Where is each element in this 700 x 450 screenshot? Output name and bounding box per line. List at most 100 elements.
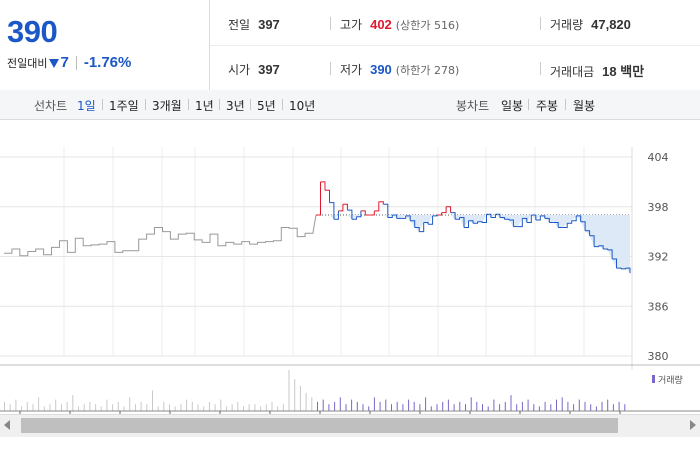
open-price: 시가 397 [228, 62, 280, 77]
divider [102, 99, 103, 110]
volume-bar [106, 399, 108, 411]
volume-bar [225, 406, 227, 411]
tab-weekly-candle[interactable]: 주봉 [536, 97, 558, 114]
volume-bar [237, 401, 239, 411]
volume-bar [163, 401, 165, 411]
volume-bar [9, 404, 11, 411]
day-high: 고가 402 (상한가 516) [340, 17, 460, 32]
line-chart-label: 선차트 [34, 99, 68, 113]
volume-bar [521, 401, 523, 411]
volume-bar [561, 397, 563, 411]
volume-bar [180, 404, 182, 411]
trade-amount: 거래대금 18 백만 [550, 64, 645, 79]
divider [219, 99, 220, 110]
volume-bar [66, 401, 68, 411]
volume-bar [470, 397, 472, 411]
volume-bar [442, 401, 444, 411]
tab-1week[interactable]: 1주일 [109, 97, 139, 114]
volume-bar [32, 404, 34, 411]
volume-bar [214, 404, 216, 411]
scroll-right-icon[interactable] [690, 420, 696, 430]
volume-bar [95, 404, 97, 411]
intraday-price-chart: 404 398 392 386 380 거래량 [0, 147, 700, 414]
prev-close: 전일 397 [228, 17, 280, 32]
volume-bar [538, 406, 540, 411]
diff-value: 7 [60, 54, 69, 71]
volume-legend-swatch [652, 375, 655, 383]
volume-bar [527, 399, 529, 411]
chart-scrollbar[interactable] [0, 414, 700, 437]
scroll-left-icon[interactable] [4, 420, 10, 430]
tab-3months[interactable]: 3개월 [152, 97, 182, 114]
volume-bar [465, 404, 466, 411]
volume-bar [282, 404, 284, 411]
volume-bar [169, 404, 170, 411]
scrollbar-thumb[interactable] [21, 418, 618, 433]
price-segment [504, 218, 510, 220]
volume-bar [556, 399, 557, 411]
volume-bar [590, 404, 592, 411]
volume-bar [533, 404, 535, 411]
tab-1day[interactable]: 1일 [77, 97, 96, 114]
prev-day-line [4, 214, 317, 257]
volume-bar [21, 406, 23, 411]
tab-5years[interactable]: 5년 [257, 97, 276, 114]
divider [540, 17, 541, 30]
price-segment [603, 248, 609, 250]
volume-bar [544, 401, 546, 411]
tab-daily-candle[interactable]: 일봉 [501, 97, 523, 114]
volume-bar [83, 404, 85, 411]
volume-bar [260, 406, 262, 411]
volume: 거래량 47,820 [550, 17, 631, 32]
divider [330, 62, 331, 75]
volume-bar [89, 401, 91, 411]
volume-bar [288, 370, 290, 411]
price-segment [325, 189, 330, 203]
volume-bar [516, 404, 518, 411]
volume-bar [453, 404, 455, 411]
volume-bar [186, 399, 188, 411]
tab-1year[interactable]: 1년 [195, 97, 214, 114]
volume-bar [339, 397, 341, 411]
volume-bar [493, 399, 495, 411]
volume-bar [334, 401, 336, 411]
divider [528, 99, 529, 110]
volume-bar [487, 406, 489, 411]
y-tick-label: 404 [648, 151, 669, 164]
volume-bar [100, 406, 102, 411]
volume-bar [4, 401, 5, 411]
volume-bar [208, 401, 210, 411]
volume-bar [254, 404, 256, 411]
price-segment [616, 267, 622, 269]
volume-bar [271, 401, 273, 411]
divider [210, 45, 700, 46]
volume-bar [550, 404, 552, 411]
divider [282, 99, 283, 110]
volume-bar [373, 397, 375, 411]
quote-header: 390 전일대비 7 -1.76% 전일 397 고가 402 (상한가 516) 거… [0, 0, 700, 91]
tab-monthly-candle[interactable]: 월봉 [573, 97, 595, 114]
volume-bar [317, 401, 318, 411]
volume-bar [72, 395, 74, 411]
volume-bar [243, 406, 244, 411]
volume-bar [146, 404, 148, 411]
volume-bar [248, 404, 250, 411]
volume-bar [510, 395, 512, 411]
tab-3years[interactable]: 3년 [226, 97, 245, 114]
tab-10years[interactable]: 10년 [289, 97, 315, 114]
volume-bar [447, 399, 449, 411]
volume-bar [573, 404, 575, 411]
divider [330, 17, 331, 30]
diff-rate: -1.76% [83, 54, 132, 71]
price-segment [320, 181, 326, 191]
volume-legend-label: 거래량 [658, 374, 683, 386]
volume-bar [584, 401, 586, 411]
candle-chart-label: 봉차트 [456, 99, 490, 113]
price-segment [316, 181, 321, 216]
volume-bar [220, 399, 222, 411]
volume-bar [391, 404, 392, 411]
volume-bar [203, 406, 205, 411]
volume-bar [55, 399, 57, 411]
price-segment [477, 221, 483, 223]
divider [188, 99, 189, 110]
